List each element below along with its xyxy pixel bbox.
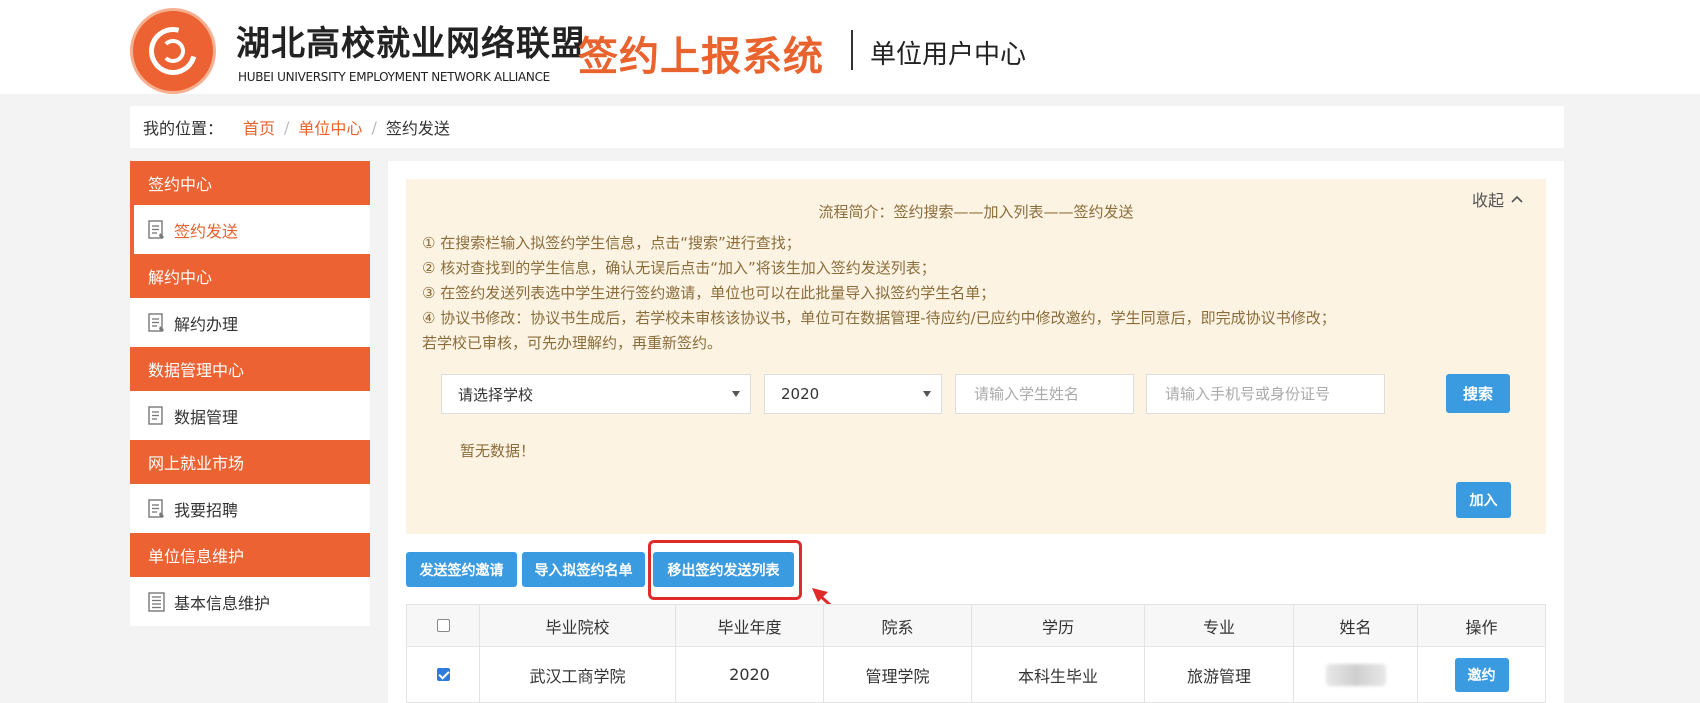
search-button[interactable]: 搜索 [1446, 374, 1510, 413]
breadcrumb-separator: / [371, 117, 377, 137]
sidebar-item-label: 签约发送 [174, 221, 239, 241]
column-header: 姓名 [1294, 605, 1418, 646]
cell-department: 管理学院 [824, 647, 972, 702]
document-icon [148, 219, 164, 239]
redacted-name [1325, 663, 1386, 686]
caret-down-icon [732, 391, 740, 397]
sidebar-group-job-market[interactable]: 网上就业市场 [130, 440, 370, 484]
sidebar-item-data-manage[interactable]: 数据管理 [130, 391, 370, 440]
student-name-input[interactable] [955, 374, 1134, 414]
org-name-en: HUBEI UNIVERSITY EMPLOYMENT NETWORK ALLI… [238, 70, 550, 84]
column-header: 院系 [824, 605, 972, 646]
add-button[interactable]: 加入 [1456, 482, 1511, 518]
sidebar-item-cancel-handle[interactable]: 解约办理 [130, 298, 370, 347]
table-header: 毕业院校 毕业年度 院系 学历 专业 姓名 操作 [406, 604, 1546, 647]
cell-education: 本科生毕业 [972, 647, 1145, 702]
sidebar-item-label: 数据管理 [174, 407, 239, 427]
breadcrumb: 我的位置： 首页 / 单位中心 / 签约发送 [130, 106, 1564, 148]
site-header: 湖北高校就业网络联盟 HUBEI UNIVERSITY EMPLOYMENT N… [0, 0, 1700, 94]
breadcrumb-company-center-link[interactable]: 单位中心 [298, 115, 362, 139]
caret-down-icon [923, 391, 931, 397]
org-name: 湖北高校就业网络联盟 [236, 24, 586, 64]
sidebar-group-data-center[interactable]: 数据管理中心 [130, 347, 370, 391]
steps-list: ① 在搜索栏输入拟签约学生信息，点击“搜索”进行查找； ② 核对查找到的学生信息… [422, 231, 1336, 356]
row-select-cell [407, 647, 480, 702]
cell-name [1294, 647, 1418, 702]
header-divider [851, 30, 853, 70]
no-data-message: 暂无数据！ [460, 442, 536, 460]
year-select[interactable]: 2020 [764, 374, 942, 414]
sidebar-group-company-info[interactable]: 单位信息维护 [130, 533, 370, 577]
import-list-button[interactable]: 导入拟签约名单 [522, 552, 645, 587]
sidebar-item-recruit[interactable]: 我要招聘 [130, 484, 370, 533]
user-center-title: 单位用户中心 [870, 40, 1027, 70]
sidebar: 签约中心 签约发送 解约中心 解约办理 数据管理中心 数据管理 网上就业市场 我… [130, 161, 370, 626]
row-checkbox[interactable] [436, 668, 450, 681]
step-text: ④ 协议书修改：协议书生成后，若学校未审核该协议书，单位可在数据管理-待应约/已… [422, 309, 1336, 327]
step-text: ① 在搜索栏输入拟签约学生信息，点击“搜索”进行查找； [422, 234, 801, 252]
annotation-highlight-box [648, 540, 802, 600]
sidebar-item-sign-send[interactable]: 签约发送 [130, 205, 370, 254]
list-document-icon [148, 591, 165, 612]
cell-year: 2020 [676, 647, 824, 702]
document-icon [148, 312, 164, 332]
sidebar-item-label: 解约办理 [174, 314, 239, 334]
cell-school: 武汉工商学院 [480, 647, 676, 702]
sidebar-item-label: 基本信息维护 [174, 593, 271, 613]
school-select[interactable]: 请选择学校 [441, 374, 751, 414]
column-header: 专业 [1145, 605, 1294, 646]
cell-action: 邀约 [1418, 647, 1545, 702]
breadcrumb-home-link[interactable]: 首页 [243, 115, 275, 139]
column-header: 操作 [1465, 617, 1498, 637]
breadcrumb-separator: / [284, 117, 290, 137]
column-header: 学历 [972, 605, 1145, 646]
breadcrumb-label: 我的位置： [143, 119, 224, 138]
sidebar-group-sign-center[interactable]: 签约中心 [130, 161, 370, 205]
step-text: ② 核对查找到的学生信息，确认无误后点击“加入”将该生加入签约发送列表； [422, 259, 936, 277]
step-text: 若学校已审核，可先办理解约，再重新签约。 [422, 334, 723, 352]
send-invite-button[interactable]: 发送签约邀请 [406, 552, 517, 587]
year-select-value: 2020 [781, 385, 820, 403]
phone-or-id-input[interactable] [1146, 374, 1385, 414]
document-icon [148, 498, 164, 518]
alliance-logo [130, 8, 216, 94]
document-icon [148, 405, 163, 425]
cell-major: 旅游管理 [1145, 647, 1294, 702]
sidebar-item-label: 我要招聘 [174, 500, 239, 520]
school-select-value: 请选择学校 [458, 385, 534, 404]
sidebar-item-basic-info[interactable]: 基本信息维护 [130, 577, 370, 626]
sidebar-group-cancel-center[interactable]: 解约中心 [130, 254, 370, 298]
invite-button[interactable]: 邀约 [1454, 657, 1509, 692]
process-notice: 收起 流程简介：签约搜索——加入列表——签约发送 ① 在搜索栏输入拟签约学生信息… [406, 179, 1546, 534]
breadcrumb-current: 签约发送 [385, 119, 450, 138]
column-header: 毕业年度 [676, 605, 824, 646]
select-all-cell [407, 605, 480, 646]
step-text: ③ 在签约发送列表选中学生进行签约邀请，单位也可以在此批量导入拟签约学生名单； [422, 284, 996, 302]
table-row: 武汉工商学院 2020 管理学院 本科生毕业 旅游管理 邀约 [406, 647, 1546, 703]
column-header: 毕业院校 [480, 605, 676, 646]
select-all-checkbox[interactable] [436, 619, 450, 632]
flow-title: 流程简介：签约搜索——加入列表——签约发送 [818, 203, 1134, 221]
system-name: 签约上报系统 [578, 33, 824, 80]
